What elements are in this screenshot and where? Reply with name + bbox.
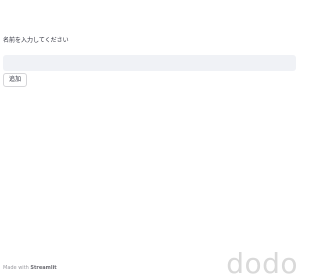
- watermark: dodo: [226, 247, 298, 277]
- add-button[interactable]: 追加: [3, 73, 28, 87]
- footer-made-with: Made with: [3, 265, 29, 271]
- name-input[interactable]: [3, 54, 296, 71]
- name-input-label: 名前を入力してください: [3, 37, 69, 44]
- footer: Made with Streamlit: [3, 265, 57, 272]
- footer-brand-link[interactable]: Streamlit: [30, 265, 56, 271]
- main-content: 名前を入力してください 追加: [3, 37, 296, 87]
